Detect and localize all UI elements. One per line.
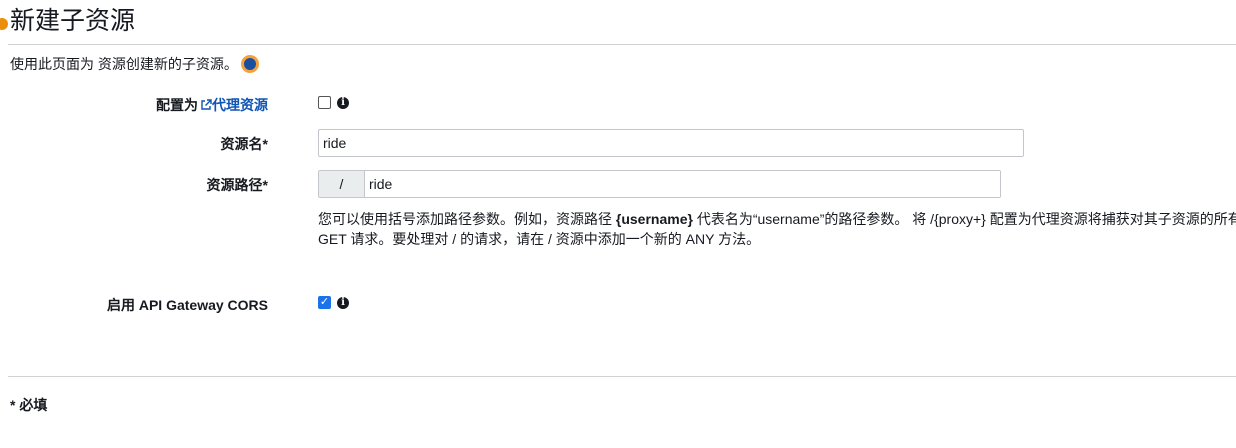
help-param: {username} <box>615 211 693 227</box>
help-line-1: 您可以使用括号添加路径参数。例如，资源路径 {username} 代表名为“us… <box>318 209 1236 229</box>
intro-text: 使用此页面为 资源创建新的子资源。 <box>10 56 238 72</box>
resource-path-field: / <box>318 170 1001 198</box>
proxy-resource-checkbox[interactable] <box>318 96 331 109</box>
resource-name-input[interactable] <box>318 129 1024 157</box>
cors-checkbox[interactable]: ✓ <box>318 296 331 309</box>
resource-path-help: 您可以使用括号添加路径参数。例如，资源路径 {username} 代表名为“us… <box>318 209 1236 249</box>
page-title: 新建子资源 <box>10 6 136 35</box>
header-status-dot <box>0 18 8 30</box>
resource-path-prefix: / <box>319 171 365 197</box>
cors-label: 启用 API Gateway CORS <box>106 297 268 313</box>
info-icon[interactable]: i <box>337 97 349 109</box>
footer-divider <box>8 376 1236 377</box>
resource-path-input[interactable] <box>365 171 1000 197</box>
help-text-part2: 代表名为“username”的路径参数。 将 /{proxy+} 配置为代理资源… <box>696 211 1236 227</box>
help-text-part1: 您可以使用括号添加路径参数。例如，资源路径 <box>318 211 616 227</box>
proxy-label: 配置为 代理资源 <box>0 95 268 115</box>
proxy-label-prefix: 配置为 <box>156 97 198 113</box>
resource-name-label: 资源名* <box>220 136 268 152</box>
required-note: * 必填 <box>10 397 48 413</box>
help-circle-icon[interactable] <box>240 55 259 73</box>
external-link-icon <box>201 99 212 110</box>
resource-path-label: 资源路径* <box>206 177 268 193</box>
help-line-2: GET 请求。要处理对 / 的请求，请在 / 资源中添加一个新的 ANY 方法。 <box>318 231 761 247</box>
proxy-resource-link[interactable]: 代理资源 <box>212 97 268 113</box>
info-icon[interactable]: i <box>337 297 349 309</box>
intro-row: 使用此页面为 资源创建新的子资源。 <box>10 54 259 74</box>
header-divider <box>8 44 1236 45</box>
